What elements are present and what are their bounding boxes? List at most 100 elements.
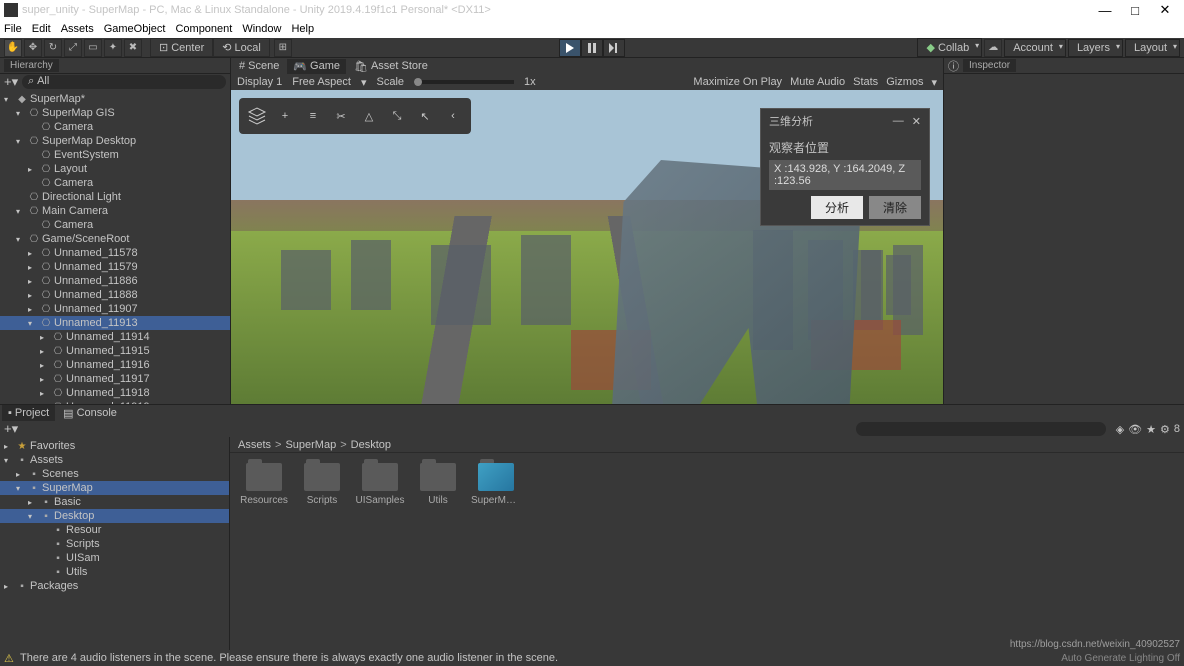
hierarchy-item[interactable]: ⎔Directional Light — [0, 190, 230, 204]
project-create-button[interactable]: +▾ — [4, 421, 18, 437]
project-tree-item[interactable]: ▪UISam — [0, 551, 229, 565]
project-tree-item[interactable]: ▪Utils — [0, 565, 229, 579]
mute-audio[interactable]: Mute Audio — [790, 76, 845, 89]
hierarchy-item[interactable]: ▸⎔Unnamed_11918 — [0, 386, 230, 400]
custom-tool-icon[interactable]: ✖ — [124, 39, 142, 57]
create-button[interactable]: +▾ — [4, 74, 18, 90]
game-tab[interactable]: 🎮Game — [287, 59, 346, 74]
hierarchy-item[interactable]: ⎔Camera — [0, 218, 230, 232]
account-dropdown[interactable]: Account — [1004, 39, 1066, 57]
close-icon[interactable]: ✕ — [912, 115, 921, 128]
stats-button[interactable]: Stats — [853, 76, 878, 89]
menu-help[interactable]: Help — [291, 23, 314, 35]
hierarchy-item[interactable]: ▸⎔Unnamed_11888 — [0, 288, 230, 302]
filter-icon[interactable]: ◈ — [1116, 423, 1124, 436]
display-dropdown[interactable]: Display 1 — [237, 76, 282, 88]
hierarchy-item[interactable]: ▾⎔Unnamed_11913 — [0, 316, 230, 330]
project-search[interactable] — [856, 422, 1106, 436]
hierarchy-item[interactable]: ▸⎔Unnamed_11907 — [0, 302, 230, 316]
project-tree-item[interactable]: ▸▪Packages — [0, 579, 229, 593]
analyze-button[interactable]: 分析 — [811, 196, 863, 219]
hierarchy-item[interactable]: ⎔Camera — [0, 120, 230, 134]
maximize-button[interactable]: □ — [1120, 3, 1150, 18]
hierarchy-item[interactable]: ⎔Camera — [0, 176, 230, 190]
move-tool-icon[interactable]: ✥ — [24, 39, 42, 57]
pause-button[interactable] — [581, 39, 603, 57]
layers-icon[interactable] — [243, 102, 271, 130]
step-button[interactable] — [603, 39, 625, 57]
hand-tool-icon[interactable]: ✋ — [4, 39, 22, 57]
hierarchy-item[interactable]: ▾⎔SuperMap Desktop — [0, 134, 230, 148]
game-view[interactable]: + ≡ ✂ △ ⤡ ↖ ‹ 三维分析 —✕ 观察者位置 X :143.928, … — [231, 90, 943, 404]
menu-assets[interactable]: Assets — [61, 23, 94, 35]
folder-item[interactable]: Utils — [414, 463, 462, 640]
scale-slider[interactable] — [414, 80, 514, 84]
breadcrumb[interactable]: Assets > SuperMap > Desktop — [230, 437, 1184, 453]
transform-tool-icon[interactable]: ✦ — [104, 39, 122, 57]
cut-icon[interactable]: ✂ — [327, 102, 355, 130]
measure-icon[interactable]: △ — [355, 102, 383, 130]
hierarchy-item[interactable]: ▸⎔Layout — [0, 162, 230, 176]
folder-item[interactable]: Resources — [240, 463, 288, 640]
hierarchy-tree[interactable]: ▾◆SuperMap*▾⎔SuperMap GIS⎔Camera▾⎔SuperM… — [0, 90, 230, 404]
minimize-button[interactable]: — — [1090, 3, 1120, 18]
eye-icon[interactable]: 👁 — [1128, 423, 1142, 436]
layers-dropdown[interactable]: Layers — [1068, 39, 1123, 57]
folder-item[interactable]: Scripts — [298, 463, 346, 640]
hierarchy-item[interactable]: ▾◆SuperMap* — [0, 92, 230, 106]
minimize-icon[interactable]: — — [893, 115, 904, 128]
inspector-tab[interactable]: Inspector — [963, 59, 1016, 72]
play-button[interactable] — [559, 39, 581, 57]
hierarchy-item[interactable]: ▸⎔Unnamed_11917 — [0, 372, 230, 386]
hierarchy-item[interactable]: ▾⎔SuperMap GIS — [0, 106, 230, 120]
assetstore-tab[interactable]: 🛍Asset Store — [348, 59, 434, 74]
menu-component[interactable]: Component — [175, 23, 232, 35]
hierarchy-item[interactable]: ▸⎔Unnamed_11916 — [0, 358, 230, 372]
folder-grid[interactable]: ResourcesScriptsUISamplesUtilsSuperMap..… — [230, 453, 1184, 650]
menu-window[interactable]: Window — [242, 23, 281, 35]
pivot-local-button[interactable]: ⟲Local — [213, 38, 270, 57]
hierarchy-item[interactable]: ▸⎔Unnamed_11579 — [0, 260, 230, 274]
project-tree[interactable]: ▸★Favorites▾▪Assets▸▪Scenes▾▪SuperMap▸▪B… — [0, 437, 230, 650]
close-button[interactable]: ✕ — [1150, 2, 1180, 18]
hierarchy-search[interactable]: ⌕ All — [22, 75, 226, 89]
hierarchy-item[interactable]: ▾⎔Main Camera — [0, 204, 230, 218]
snap-icon[interactable]: ⊞ — [274, 39, 292, 57]
folder-item[interactable]: SuperMap... — [472, 463, 520, 640]
hierarchy-item[interactable]: ▸⎔Unnamed_11578 — [0, 246, 230, 260]
project-tree-item[interactable]: ▪Resour — [0, 523, 229, 537]
star-icon[interactable]: ★ — [1146, 423, 1156, 436]
hierarchy-tab[interactable]: Hierarchy — [4, 59, 59, 72]
hierarchy-item[interactable]: ▸⎔Unnamed_11915 — [0, 344, 230, 358]
collab-dropdown[interactable]: ◆ Collab — [917, 38, 982, 57]
project-tree-item[interactable]: ▾▪Assets — [0, 453, 229, 467]
clear-button[interactable]: 清除 — [869, 196, 921, 219]
menu-gameobject[interactable]: GameObject — [104, 23, 166, 35]
scene-tab[interactable]: #Scene — [233, 59, 285, 73]
rect-tool-icon[interactable]: ▭ — [84, 39, 102, 57]
path-icon[interactable]: ⤡ — [383, 102, 411, 130]
cloud-icon[interactable]: ☁ — [984, 39, 1002, 57]
project-tree-item[interactable]: ▾▪SuperMap — [0, 481, 229, 495]
project-tab[interactable]: ▪Project — [2, 405, 55, 421]
layout-dropdown[interactable]: Layout — [1125, 39, 1180, 57]
pivot-center-button[interactable]: ⊡Center — [150, 38, 213, 57]
scale-tool-icon[interactable]: ⤢ — [64, 39, 82, 57]
gizmos-dropdown[interactable]: Gizmos — [886, 76, 923, 89]
menu-file[interactable]: File — [4, 23, 22, 35]
coord-field[interactable]: X :143.928, Y :164.2049, Z :123.56 — [769, 160, 921, 190]
project-tree-item[interactable]: ▪Scripts — [0, 537, 229, 551]
slider-icon[interactable]: ⚙ — [1160, 423, 1170, 436]
menu-edit[interactable]: Edit — [32, 23, 51, 35]
chevron-left-icon[interactable]: ‹ — [439, 102, 467, 130]
project-tree-item[interactable]: ▸▪Basic — [0, 495, 229, 509]
folder-item[interactable]: UISamples — [356, 463, 404, 640]
rotate-tool-icon[interactable]: ↻ — [44, 39, 62, 57]
hierarchy-item[interactable]: ⎔EventSystem — [0, 148, 230, 162]
console-tab[interactable]: ▤Console — [57, 405, 123, 421]
project-tree-item[interactable]: ▸▪Scenes — [0, 467, 229, 481]
hierarchy-item[interactable]: ▸⎔Unnamed_11914 — [0, 330, 230, 344]
cursor-icon[interactable]: ↖ — [411, 102, 439, 130]
aspect-dropdown[interactable]: Free Aspect — [292, 76, 351, 88]
hierarchy-item[interactable]: ▾⎔Game/SceneRoot — [0, 232, 230, 246]
